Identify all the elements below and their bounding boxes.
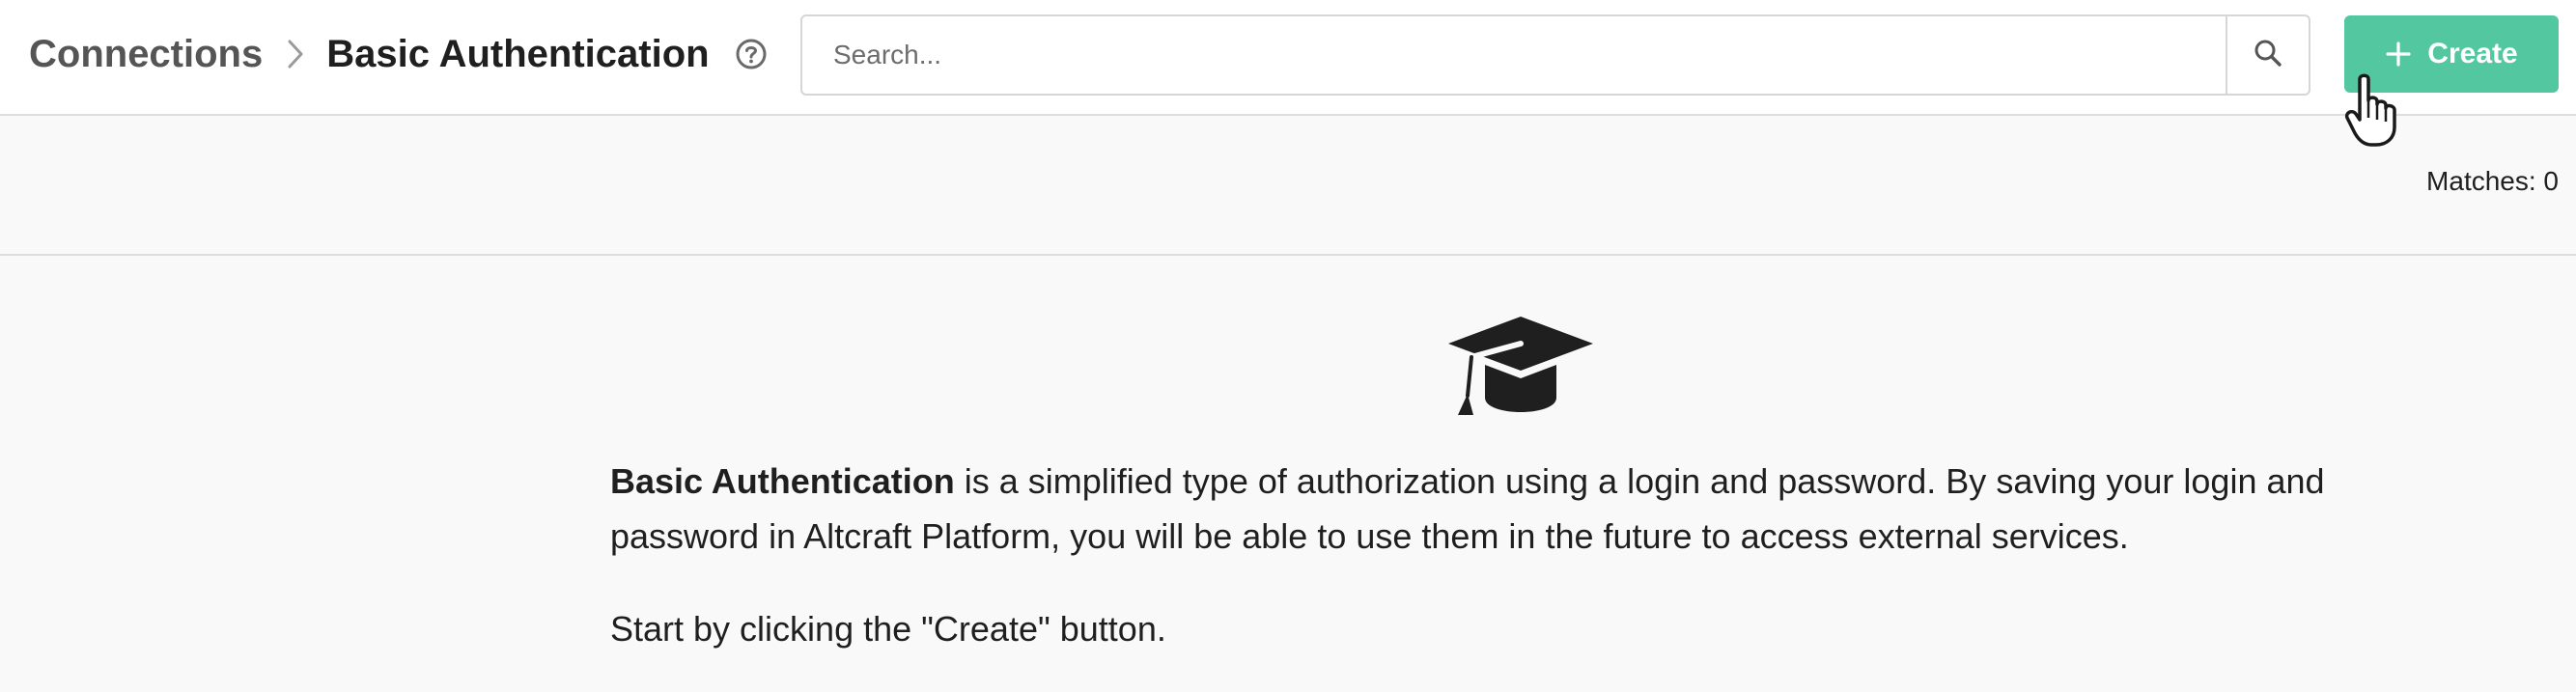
empty-state-hint: Start by clicking the "Create" button. [610, 609, 1166, 649]
page-title: Basic Authentication [326, 32, 710, 75]
breadcrumb: Connections Basic Authentication [29, 27, 768, 81]
chevron-right-icon [286, 39, 305, 69]
empty-state-description: Basic Authentication is a simplified typ… [610, 454, 2425, 564]
search-box [800, 14, 2310, 96]
results-toolbar: Matches: 0 [0, 116, 2576, 256]
top-header: Connections Basic Authentication Search.… [0, 0, 2576, 116]
help-icon[interactable] [735, 38, 768, 70]
plus-icon [2385, 41, 2412, 68]
search-input[interactable] [802, 16, 2226, 94]
search-button[interactable] [2226, 16, 2309, 94]
matches-count: Matches: 0 [2426, 166, 2559, 196]
search-icon [2253, 38, 2283, 73]
create-button-label: Create [2427, 38, 2518, 69]
breadcrumb-connections-link[interactable]: Connections [29, 33, 263, 76]
graduation-cap-icon [1444, 315, 1597, 426]
empty-state-title: Basic Authentication [610, 461, 955, 501]
